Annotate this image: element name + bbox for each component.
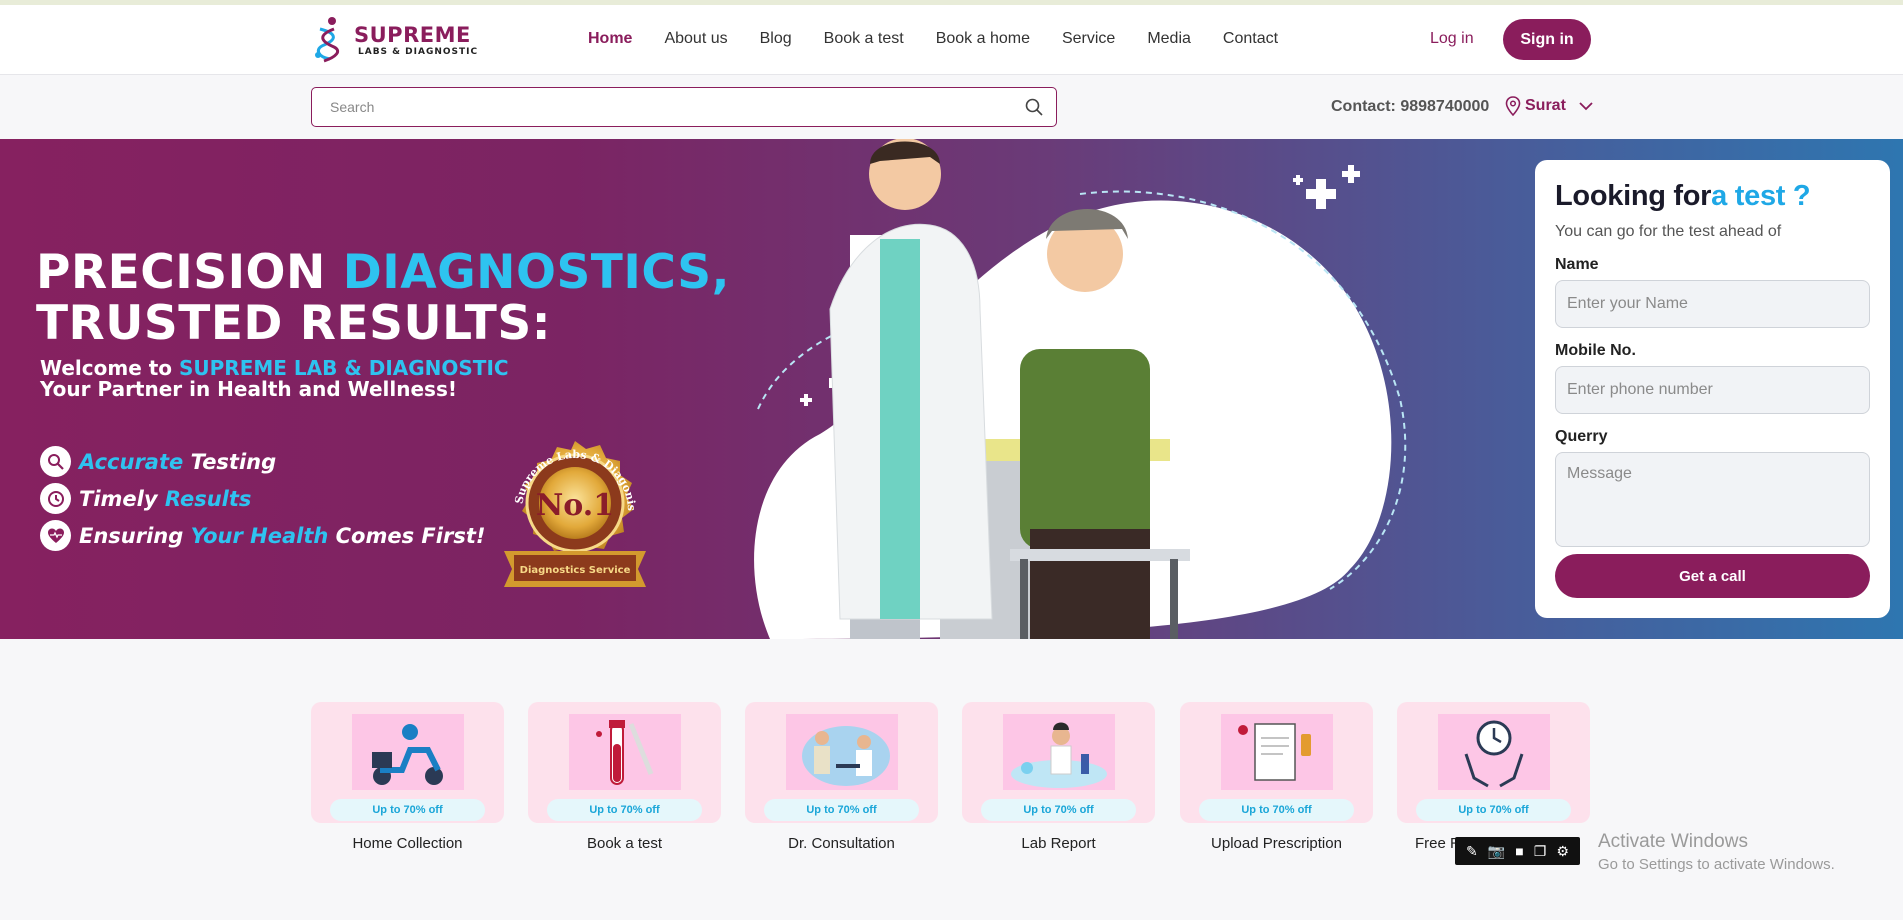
nav-book-home[interactable]: Book a home bbox=[936, 30, 1030, 48]
name-field[interactable] bbox=[1555, 280, 1870, 328]
chevron-down-icon bbox=[1579, 102, 1593, 111]
form-title: Looking fora test ? bbox=[1555, 180, 1811, 213]
no1-badge: Supreme Labs & Diagonistic No.1 Diagnost… bbox=[482, 429, 646, 587]
search-icon[interactable] bbox=[1024, 97, 1044, 117]
video-icon[interactable]: ■ bbox=[1515, 844, 1523, 858]
watermark-line1: Activate Windows bbox=[1598, 831, 1748, 852]
nav-contact[interactable]: Contact bbox=[1223, 30, 1278, 48]
offer-pill: Up to 70% off bbox=[330, 799, 485, 821]
query-form-card: Looking fora test ? You can go for the t… bbox=[1535, 160, 1890, 618]
feature-accurate-b: Testing bbox=[183, 449, 277, 474]
search-box bbox=[311, 87, 1057, 127]
nav-service[interactable]: Service bbox=[1062, 30, 1115, 48]
service-label[interactable]: Lab Report bbox=[962, 835, 1155, 852]
nav-media[interactable]: Media bbox=[1147, 30, 1191, 48]
main-nav: Home About us Blog Book a test Book a ho… bbox=[588, 30, 1310, 48]
clock-check-icon bbox=[40, 483, 71, 514]
phone-field[interactable] bbox=[1555, 366, 1870, 414]
search-bar-row: Contact: 9898740000 Surat bbox=[0, 76, 1903, 139]
feature-timely-b: Results bbox=[164, 486, 252, 511]
badge-ribbon: Diagnostics Service bbox=[520, 565, 631, 576]
doctor-consultation-icon bbox=[786, 714, 898, 790]
service-label[interactable]: Dr. Consultation bbox=[745, 835, 938, 852]
feature-health: Ensuring Your Health Comes First! bbox=[40, 520, 485, 551]
site-header: SUPREME LABS & DIAGNOSTIC Home About us … bbox=[0, 5, 1903, 75]
service-card-home-collection[interactable]: Up to 70% off bbox=[311, 702, 504, 823]
service-card-book-test[interactable]: Up to 70% off bbox=[528, 702, 721, 823]
search-input[interactable] bbox=[330, 97, 1010, 117]
prescription-icon bbox=[1221, 714, 1333, 790]
doctor-patient-illustration bbox=[754, 139, 1407, 639]
nav-home[interactable]: Home bbox=[588, 30, 632, 48]
welcome-line2: Your Partner in Health and Wellness! bbox=[40, 377, 457, 401]
brand-tagline: LABS & DIAGNOSTIC bbox=[358, 47, 479, 57]
location-pin-icon bbox=[1505, 96, 1521, 116]
service-label[interactable]: Upload Prescription bbox=[1180, 835, 1373, 852]
badge-center: No.1 bbox=[536, 488, 614, 523]
feature-health-c: Comes First! bbox=[328, 523, 486, 548]
form-subtitle: You can go for the test ahead of bbox=[1555, 223, 1782, 240]
hero-title: PRECISION DIAGNOSTICS, TRUSTED RESULTS: bbox=[36, 247, 730, 349]
hero-welcome: Welcome to SUPREME LAB & DIAGNOSTIC Your… bbox=[40, 358, 509, 400]
message-field[interactable] bbox=[1555, 452, 1870, 547]
lab-scientist-icon bbox=[1003, 714, 1115, 790]
offer-pill: Up to 70% off bbox=[1416, 799, 1571, 821]
screen-capture-toolbar: ✎ 📷 ■ ❐ ⚙ bbox=[1455, 837, 1580, 865]
feature-accurate: Accurate Testing bbox=[40, 446, 276, 477]
window-icon[interactable]: ❐ bbox=[1534, 844, 1547, 858]
offer-pill: Up to 70% off bbox=[547, 799, 702, 821]
microscope-icon bbox=[40, 446, 71, 477]
service-card-dr-consultation[interactable]: Up to 70% off bbox=[745, 702, 938, 823]
gear-icon[interactable]: ⚙ bbox=[1556, 844, 1569, 858]
offer-pill: Up to 70% off bbox=[764, 799, 919, 821]
service-card-free-report[interactable]: Up to 70% off bbox=[1397, 702, 1590, 823]
mobile-label: Mobile No. bbox=[1555, 342, 1636, 359]
test-tube-icon bbox=[569, 714, 681, 790]
feature-accurate-a: Accurate bbox=[79, 449, 184, 474]
city-selector[interactable]: Surat bbox=[1505, 96, 1594, 116]
hero-title-highlight: DIAGNOSTICS, bbox=[342, 245, 730, 300]
hero-title-line2: TRUSTED RESULTS: bbox=[36, 296, 551, 351]
hands-clock-icon bbox=[1438, 714, 1550, 790]
heart-pulse-icon bbox=[40, 520, 71, 551]
hero-banner: PRECISION DIAGNOSTICS, TRUSTED RESULTS: … bbox=[0, 139, 1903, 639]
feature-timely: Timely Results bbox=[40, 483, 251, 514]
windows-activation-watermark: Activate Windows Go to Settings to activ… bbox=[1598, 831, 1835, 873]
hero-title-part1: PRECISION bbox=[36, 245, 343, 300]
nav-book-test[interactable]: Book a test bbox=[824, 30, 904, 48]
watermark-line2: Go to Settings to activate Windows. bbox=[1598, 856, 1835, 873]
contact-phone: Contact: 9898740000 bbox=[1331, 98, 1490, 115]
camera-icon[interactable]: 📷 bbox=[1488, 844, 1505, 858]
feature-timely-a: Timely bbox=[79, 486, 165, 511]
service-label[interactable]: Book a test bbox=[528, 835, 721, 852]
pin-icon[interactable]: ✎ bbox=[1466, 844, 1478, 858]
dna-logo-icon bbox=[315, 17, 340, 63]
service-label[interactable]: Home Collection bbox=[311, 835, 504, 852]
login-link[interactable]: Log in bbox=[1430, 30, 1474, 48]
feature-health-b: Your Health bbox=[190, 523, 329, 548]
brand-name: SUPREME bbox=[354, 23, 471, 47]
nav-blog[interactable]: Blog bbox=[760, 30, 792, 48]
name-label: Name bbox=[1555, 256, 1599, 273]
query-label: Querry bbox=[1555, 428, 1608, 445]
scooter-delivery-icon bbox=[352, 714, 464, 790]
service-card-lab-report[interactable]: Up to 70% off bbox=[962, 702, 1155, 823]
signin-button[interactable]: Sign in bbox=[1503, 19, 1591, 60]
offer-pill: Up to 70% off bbox=[1199, 799, 1354, 821]
form-title-highlight: a test ? bbox=[1711, 180, 1811, 212]
feature-health-a: Ensuring bbox=[79, 523, 191, 548]
nav-about[interactable]: About us bbox=[664, 30, 727, 48]
brand-logo[interactable]: SUPREME LABS & DIAGNOSTIC bbox=[310, 14, 478, 66]
offer-pill: Up to 70% off bbox=[981, 799, 1136, 821]
get-a-call-button[interactable]: Get a call bbox=[1555, 554, 1870, 598]
service-card-upload-prescription[interactable]: Up to 70% off bbox=[1180, 702, 1373, 823]
form-title-prefix: Looking for bbox=[1555, 180, 1712, 212]
city-label: Surat bbox=[1525, 97, 1566, 114]
